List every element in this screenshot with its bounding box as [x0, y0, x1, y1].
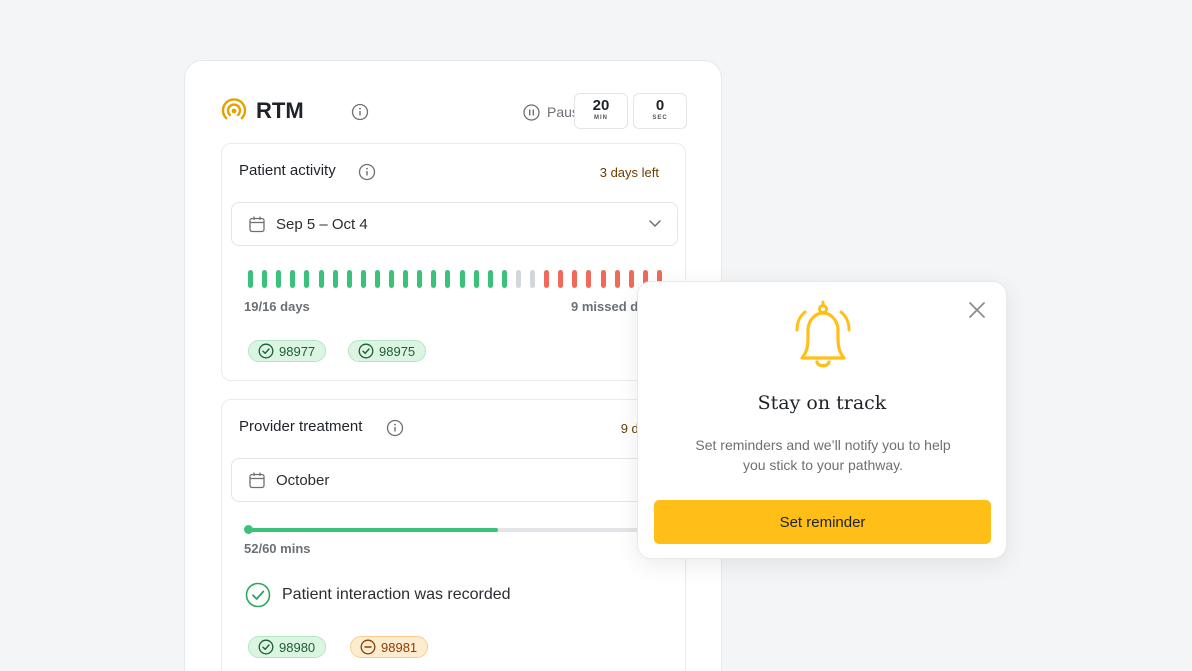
cpt-code-chip: 98980: [248, 636, 327, 658]
days-progress-label: 19/16 days: [244, 299, 310, 314]
day-bar-done: [360, 270, 366, 288]
check-circle-icon: [258, 343, 274, 359]
day-bar-done: [487, 270, 493, 288]
day-bar-done: [431, 270, 437, 288]
day-bar-done: [445, 270, 451, 288]
day-bar-done: [290, 270, 296, 288]
bell-icon: [795, 300, 851, 368]
provider-treatment-section: Provider treatment 9 days October 52/60 …: [221, 399, 686, 671]
calendar-icon: [249, 472, 265, 489]
interaction-text: Patient interaction was recorded: [282, 586, 511, 603]
period-value: October: [276, 472, 330, 489]
provider-treatment-title: Provider treatment: [239, 418, 363, 435]
timer-seconds-value: 0: [655, 97, 665, 114]
minutes-progress-start: [244, 525, 253, 534]
timer-minutes-value: 20: [592, 97, 610, 114]
check-circle-icon: [258, 639, 274, 655]
reminder-popup: Stay on track Set reminders and we’ll no…: [637, 281, 1007, 559]
cpt-code: 98975: [379, 343, 416, 359]
popup-body: Set reminders and we’ll notify you to he…: [695, 437, 951, 473]
timer-minutes: 20 MIN: [574, 93, 628, 129]
chevron-down-icon: [649, 220, 661, 228]
check-circle-icon: [358, 343, 374, 359]
day-bar-done: [276, 270, 282, 288]
popup-title: Stay on track: [757, 392, 887, 414]
day-bar-done: [501, 270, 507, 288]
patient-activity-title: Patient activity: [239, 162, 336, 179]
day-bar-done: [304, 270, 310, 288]
patient-activity-section: Patient activity 3 days left Sep 5 – Oct…: [221, 143, 686, 381]
day-bar-done: [332, 270, 338, 288]
cpt-code-chip: 98981: [350, 636, 429, 658]
cpt-code: 98977: [279, 343, 316, 359]
info-icon[interactable]: [386, 419, 404, 437]
minutes-progress-bar: [244, 525, 648, 534]
day-bar-done: [473, 270, 479, 288]
info-icon[interactable]: [358, 163, 376, 181]
check-circle-icon: [245, 582, 271, 608]
day-bar-missed: [558, 270, 564, 288]
cpt-code-chip: 98975: [348, 340, 427, 362]
date-range-value: Sep 5 – Oct 4: [276, 216, 368, 233]
day-bar-missed: [600, 270, 606, 288]
day-bar-missed: [544, 270, 550, 288]
day-bar-missed: [628, 270, 634, 288]
set-reminder-button[interactable]: Set reminder: [654, 500, 991, 544]
close-icon[interactable]: [968, 301, 986, 319]
days-left-badge: 3 days left: [599, 165, 659, 180]
signal-icon: [221, 98, 247, 120]
minutes-progress-label: 52/60 mins: [244, 541, 311, 556]
info-icon[interactable]: [351, 103, 369, 121]
day-bar-missed: [614, 270, 620, 288]
cpt-code: 98981: [381, 639, 418, 655]
day-bar-pending: [515, 270, 521, 288]
day-bar-done: [318, 270, 324, 288]
day-bar-missed: [572, 270, 578, 288]
day-bar-done: [459, 270, 465, 288]
day-bar-done: [403, 270, 409, 288]
day-bar-done: [374, 270, 380, 288]
calendar-icon: [249, 216, 265, 233]
date-range-select[interactable]: Sep 5 – Oct 4: [231, 202, 678, 246]
page-title: RTM: [256, 98, 304, 123]
timer-seconds-unit: SEC: [652, 115, 668, 121]
day-bar-done: [262, 270, 268, 288]
pause-icon: [523, 103, 540, 121]
cpt-code: 98980: [279, 639, 316, 655]
day-bar-done: [346, 270, 352, 288]
day-bar-done: [389, 270, 394, 288]
day-bar-missed: [586, 270, 592, 288]
minutes-progress-fill: [248, 528, 498, 532]
timer-seconds: 0 SEC: [633, 93, 687, 129]
minus-circle-icon: [360, 639, 376, 655]
day-bar-done: [417, 270, 423, 288]
missed-days-label: 9 missed d: [571, 299, 639, 314]
day-bar-done: [248, 270, 253, 288]
interaction-status: Patient interaction was recorded: [245, 582, 511, 608]
day-bar-pending: [530, 270, 535, 288]
period-select[interactable]: October: [231, 458, 678, 502]
cpt-code-chip: 98977: [248, 340, 327, 362]
timer-minutes-unit: MIN: [594, 115, 608, 121]
